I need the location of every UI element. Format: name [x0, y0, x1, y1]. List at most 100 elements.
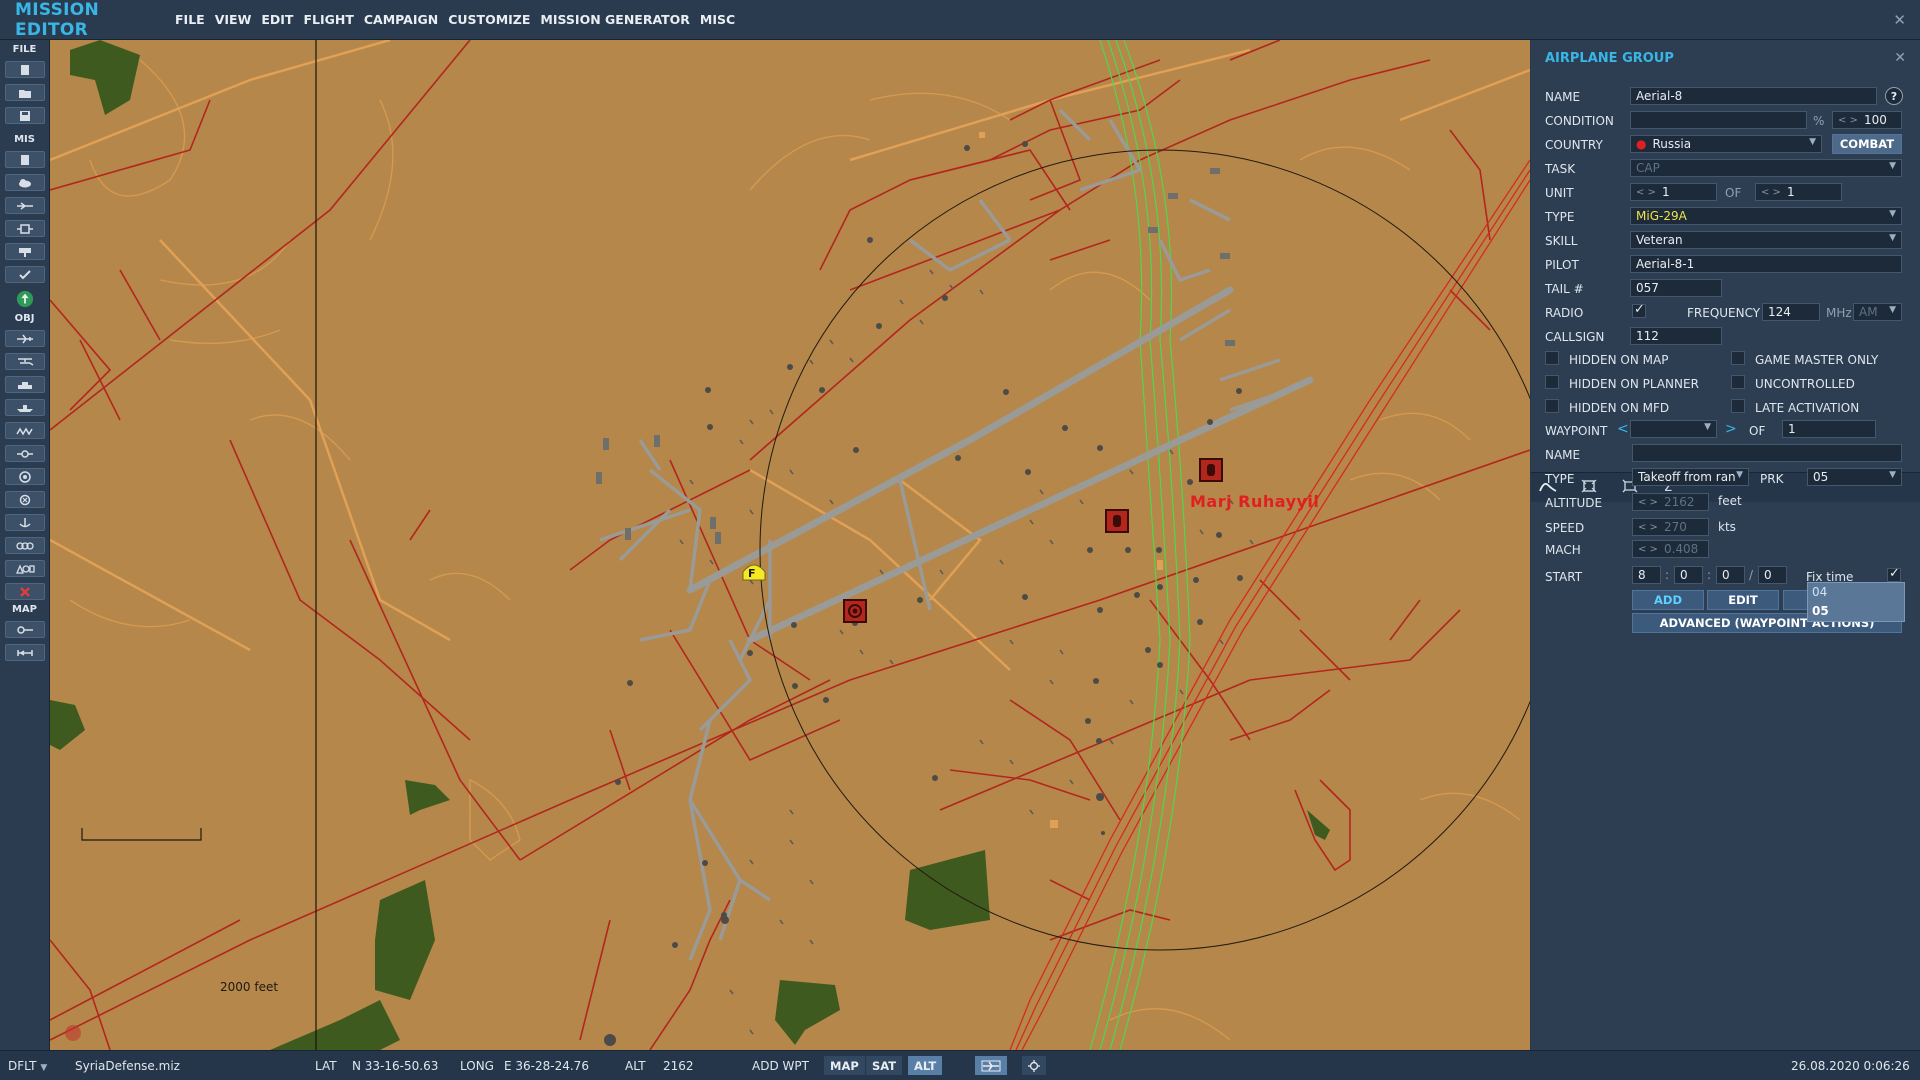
add-zone-button[interactable]: [4, 468, 45, 485]
ruler-button[interactable]: [4, 644, 45, 661]
panel-close-icon[interactable]: ✕: [1894, 50, 1906, 66]
tail-input[interactable]: 057: [1630, 279, 1722, 297]
uncontrolled-checkbox[interactable]: [1731, 375, 1745, 389]
stepper-arrows-icon[interactable]: < >: [1636, 187, 1656, 198]
stepper-arrows-icon[interactable]: < >: [1638, 544, 1658, 555]
fuel-depot-icon[interactable]: [1105, 509, 1129, 533]
pilot-input[interactable]: Aerial-8-1: [1630, 255, 1902, 273]
unit-total-input[interactable]: < > 1: [1755, 183, 1842, 201]
resource-manager-button[interactable]: [4, 220, 45, 237]
goals-button[interactable]: [4, 243, 45, 260]
add-waypoint-toggle[interactable]: ADD WPT: [752, 1059, 809, 1073]
check-button[interactable]: [4, 266, 45, 283]
start-second-input[interactable]: 0: [1758, 566, 1787, 584]
waypoint-name-input[interactable]: [1632, 444, 1902, 462]
modulation-select[interactable]: AM ▼: [1853, 303, 1902, 321]
add-helicopter-button[interactable]: [4, 353, 45, 370]
save-file-button[interactable]: [4, 107, 45, 124]
unit-of-label: OF: [1725, 186, 1742, 200]
name-input[interactable]: Aerial-8: [1630, 87, 1877, 105]
menu-mission-generator[interactable]: MISSION GENERATOR: [540, 10, 690, 29]
delete-button[interactable]: [4, 583, 45, 600]
radio-checkbox[interactable]: [1632, 302, 1646, 318]
satellite-view-button[interactable]: SAT: [866, 1056, 903, 1075]
open-file-button[interactable]: [4, 84, 45, 101]
prk-select[interactable]: 05 ▼: [1807, 468, 1902, 486]
speed-input[interactable]: < > 270: [1632, 518, 1709, 536]
hidden-on-map-checkbox[interactable]: [1545, 351, 1559, 365]
waypoint-type-select[interactable]: Takeoff from ran ▼: [1632, 468, 1749, 486]
task-select[interactable]: CAP ▼: [1630, 159, 1902, 177]
fuel-depot-icon[interactable]: [1199, 458, 1223, 482]
ammo-depot-icon[interactable]: [843, 599, 867, 623]
map-settings-button[interactable]: [1022, 1056, 1046, 1075]
condition-slider[interactable]: [1630, 111, 1807, 129]
waypoint-prev-icon[interactable]: <: [1617, 421, 1629, 437]
altitude-view-button[interactable]: ALT: [908, 1056, 943, 1075]
waypoint-next-icon[interactable]: >: [1725, 421, 1737, 437]
map-corner-icon[interactable]: [65, 1025, 81, 1041]
fly-mission-button[interactable]: [5, 289, 45, 309]
game-master-only-checkbox[interactable]: [1731, 351, 1745, 365]
airfield-marker[interactable]: F: [742, 564, 766, 581]
add-group-button[interactable]: [4, 537, 45, 554]
start-day-input[interactable]: 8: [1632, 566, 1661, 584]
altitude-input[interactable]: < > 2162: [1632, 493, 1709, 511]
frequency-input[interactable]: 124: [1762, 303, 1820, 321]
add-airplane-button[interactable]: [4, 330, 45, 347]
prk-option-selected[interactable]: 05: [1808, 602, 1904, 621]
add-nav-point-button[interactable]: [4, 491, 45, 508]
weather-button[interactable]: [4, 174, 45, 191]
map-view[interactable]: F Marj Ruhayyil 2000 feet: [50, 40, 1530, 1050]
menu-campaign[interactable]: CAMPAIGN: [364, 10, 438, 29]
add-static-button[interactable]: [4, 422, 45, 439]
prk-dropdown-list: 04 05: [1807, 582, 1905, 622]
add-ground-unit-button[interactable]: [4, 376, 45, 393]
menu-edit[interactable]: EDIT: [261, 10, 293, 29]
tab-triggered-actions[interactable]: [1578, 479, 1600, 497]
stepper-arrows-icon[interactable]: < >: [1638, 497, 1658, 508]
menu-file[interactable]: FILE: [175, 10, 205, 29]
waypoint-select[interactable]: ▼: [1630, 420, 1717, 438]
type-select[interactable]: MiG-29A ▼: [1630, 207, 1902, 225]
map-view-button[interactable]: MAP: [824, 1056, 865, 1075]
triggers-button[interactable]: [4, 197, 45, 214]
stepper-arrows-icon[interactable]: < >: [1761, 187, 1781, 198]
skill-select[interactable]: Veteran ▼: [1630, 231, 1902, 249]
stepper-arrows-icon[interactable]: < >: [1838, 115, 1858, 126]
condition-input[interactable]: < > 100: [1832, 111, 1902, 129]
start-minute-input[interactable]: 0: [1716, 566, 1745, 584]
menu-misc[interactable]: MISC: [700, 10, 735, 29]
menu-flight[interactable]: FLIGHT: [303, 10, 353, 29]
callsign-input[interactable]: 112: [1630, 327, 1722, 345]
hidden-on-mfd-checkbox[interactable]: [1545, 399, 1559, 413]
edit-waypoint-button[interactable]: EDIT: [1707, 590, 1779, 610]
template-icon: [16, 449, 33, 458]
prk-option[interactable]: 04: [1808, 583, 1904, 602]
map-canvas[interactable]: F: [50, 40, 1530, 1050]
mach-input[interactable]: < > 0.408: [1632, 540, 1709, 558]
start-hour-input[interactable]: 0: [1674, 566, 1703, 584]
help-icon[interactable]: ?: [1885, 87, 1903, 105]
unit-input[interactable]: < > 1: [1630, 183, 1717, 201]
mode-select[interactable]: DFLT ▼: [8, 1059, 47, 1073]
add-ship-button[interactable]: [4, 399, 45, 416]
window-close-icon[interactable]: ✕: [1893, 11, 1906, 29]
menu-view[interactable]: VIEW: [215, 10, 252, 29]
new-file-button[interactable]: [4, 61, 45, 78]
map-options-button[interactable]: [4, 621, 45, 638]
combat-button[interactable]: COMBAT: [1832, 134, 1902, 154]
add-shape-button[interactable]: [4, 560, 45, 577]
fix-time-checkbox[interactable]: [1887, 566, 1901, 582]
briefing-button[interactable]: [4, 151, 45, 168]
add-waypoint-button[interactable]: ADD: [1632, 590, 1704, 610]
stepper-arrows-icon[interactable]: < >: [1638, 522, 1658, 533]
hidden-on-planner-checkbox[interactable]: [1545, 375, 1559, 389]
add-fob-button[interactable]: [4, 514, 45, 531]
late-activation-checkbox[interactable]: [1731, 399, 1745, 413]
delete-icon: [19, 586, 30, 597]
menu-customize[interactable]: CUSTOMIZE: [448, 10, 530, 29]
add-template-button[interactable]: [4, 445, 45, 462]
country-select[interactable]: ● Russia ▼: [1630, 135, 1822, 153]
map-layers-button[interactable]: [975, 1056, 1007, 1075]
